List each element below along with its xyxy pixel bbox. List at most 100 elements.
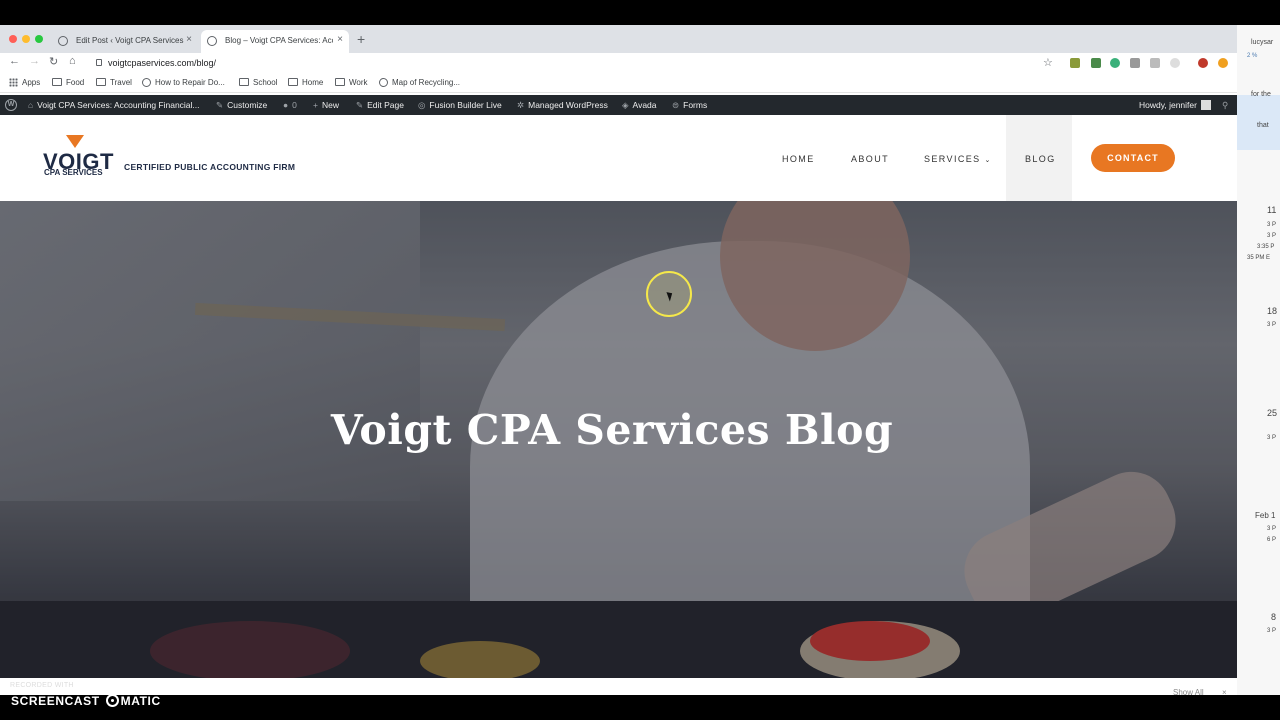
forms-icon: ⊜ [672, 100, 680, 110]
back-icon[interactable]: ← [9, 55, 20, 67]
apps-icon [9, 78, 18, 87]
top-black-bar [0, 0, 1280, 25]
contact-button[interactable]: CONTACT [1091, 144, 1175, 172]
nav-services-label: SERVICES [924, 154, 981, 164]
tab-blog[interactable]: Blog – Voigt CPA Services: Acc × [201, 30, 349, 53]
fusion-icon: ◎ [418, 100, 426, 110]
background-text: 35 PM E [1247, 255, 1271, 261]
close-tab-icon[interactable]: × [337, 34, 343, 45]
admin-edit-page[interactable]: ✎ Edit Page [356, 100, 404, 111]
gear-icon: ✲ [517, 100, 525, 110]
bookmark-label: School [253, 78, 278, 87]
recorder-brand-right: MATIC [120, 694, 161, 708]
bookmark-food[interactable]: Food [52, 78, 84, 87]
admin-comments[interactable]: ● 0 [283, 100, 297, 110]
extension-icon[interactable] [1091, 58, 1101, 68]
pencil-icon: ✎ [356, 100, 364, 110]
background-text: 2 % [1247, 53, 1258, 59]
wordpress-logo-icon[interactable]: W [5, 99, 17, 111]
bookmark-travel[interactable]: Travel [96, 78, 132, 87]
page-title: Voigt CPA Services Blog [330, 406, 894, 454]
extension-icon[interactable] [1130, 58, 1140, 68]
folder-icon [335, 78, 345, 86]
extension-icon[interactable] [1150, 58, 1160, 68]
bookmark-label: Home [302, 78, 324, 87]
downloads-show-all[interactable]: Show All [1173, 688, 1204, 697]
minimize-window-button[interactable] [22, 35, 30, 43]
extension-icon[interactable] [1070, 58, 1080, 68]
extension-icon[interactable] [1218, 58, 1228, 68]
admin-managed-wp-label: Managed WordPress [528, 100, 608, 110]
close-tab-icon[interactable]: × [186, 34, 192, 45]
admin-avada[interactable]: ◈ Avada [622, 100, 657, 111]
tab-edit-post[interactable]: Edit Post ‹ Voigt CPA Services × [52, 30, 198, 53]
new-tab-button[interactable]: + [357, 31, 365, 47]
admin-customize[interactable]: ✎ Customize [216, 100, 267, 111]
home-icon[interactable]: ⌂ [69, 55, 76, 67]
background-text: 18 [1267, 306, 1278, 316]
background-text: 6 P [1267, 537, 1277, 543]
comment-icon: ● [283, 100, 289, 110]
bookmark-work[interactable]: Work [335, 78, 368, 87]
bookmark-apps[interactable]: Apps [9, 78, 40, 87]
url-text: voigtcpaservices.com/blog/ [108, 58, 217, 68]
globe-icon [58, 36, 68, 46]
bookmark-school[interactable]: School [239, 78, 277, 87]
site-logo-subtitle: CPA SERVICES [44, 168, 103, 177]
wp-admin-bar: W ⌂ Voigt CPA Services: Accounting Financ… [0, 95, 1237, 115]
bookmark-label: Work [349, 78, 368, 87]
bookmark-label: Travel [110, 78, 132, 87]
avatar [1200, 100, 1211, 110]
brush-icon: ✎ [216, 100, 224, 110]
admin-forms[interactable]: ⊜ Forms [672, 100, 707, 111]
admin-fusion-builder[interactable]: ◎ Fusion Builder Live [418, 100, 502, 111]
background-text: lucysar [1251, 39, 1274, 46]
bookmark-label: Map of Recycling... [392, 78, 461, 87]
close-downloads-icon[interactable]: × [1222, 688, 1227, 697]
tab-label: Edit Post ‹ Voigt CPA Services [76, 36, 184, 45]
recorder-watermark-small: RECORDED WITH [10, 682, 74, 689]
bookmark-how-to-repair[interactable]: How to Repair Do... [142, 78, 225, 87]
nav-home[interactable]: HOME [782, 154, 815, 164]
extension-icon[interactable] [1170, 58, 1180, 68]
recorder-watermark: SCREENCAST MATIC [11, 694, 161, 708]
logo-chevron-icon [66, 135, 84, 148]
admin-fusion-label: Fusion Builder Live [429, 100, 502, 110]
bookmarks-bar: Apps Food Travel How to Repair Do... Sch… [0, 73, 1237, 93]
close-window-button[interactable] [9, 35, 17, 43]
bookmark-map-of-recycling[interactable]: Map of Recycling... [379, 78, 460, 87]
folder-icon [52, 78, 62, 86]
search-icon[interactable]: ⚲ [1222, 100, 1228, 111]
folder-icon [239, 78, 249, 86]
admin-howdy[interactable]: Howdy, jennifer [1139, 100, 1211, 110]
profile-avatar[interactable] [1198, 58, 1208, 68]
folder-icon [96, 78, 106, 86]
admin-forms-label: Forms [683, 100, 708, 110]
plus-icon: + [313, 100, 318, 110]
extension-icon[interactable] [1110, 58, 1120, 68]
bookmark-label: Apps [22, 78, 41, 87]
admin-avada-label: Avada [632, 100, 657, 110]
globe-icon [207, 36, 217, 46]
nav-about[interactable]: ABOUT [851, 154, 889, 164]
admin-managed-wordpress[interactable]: ✲ Managed WordPress [517, 100, 608, 111]
bookmark-home[interactable]: Home [288, 78, 323, 87]
reload-icon[interactable]: ↻ [49, 55, 58, 68]
bottom-black-bar [0, 695, 1280, 720]
background-text: 3 P [1267, 526, 1277, 532]
admin-new[interactable]: + New [313, 100, 339, 110]
bookmark-star-icon[interactable]: ☆ [1043, 56, 1053, 69]
maximize-window-button[interactable] [35, 35, 43, 43]
background-text: 3 P [1267, 435, 1277, 441]
admin-site-name[interactable]: ⌂ Voigt CPA Services: Accounting Financia… [28, 100, 200, 110]
nav-blog[interactable]: BLOG [1025, 154, 1056, 164]
forward-icon[interactable]: → [29, 55, 40, 67]
folder-icon [288, 78, 298, 86]
nav-services[interactable]: SERVICES ⌄ [924, 154, 992, 164]
bookmark-label: How to Repair Do... [155, 78, 225, 87]
browser-window: Edit Post ‹ Voigt CPA Services × Blog – … [0, 25, 1237, 695]
globe-icon [379, 78, 388, 87]
address-bar[interactable]: voigtcpaservices.com/blog/ [92, 55, 1062, 71]
background-text: Feb 1 [1255, 511, 1276, 520]
background-text: 25 [1267, 408, 1278, 418]
